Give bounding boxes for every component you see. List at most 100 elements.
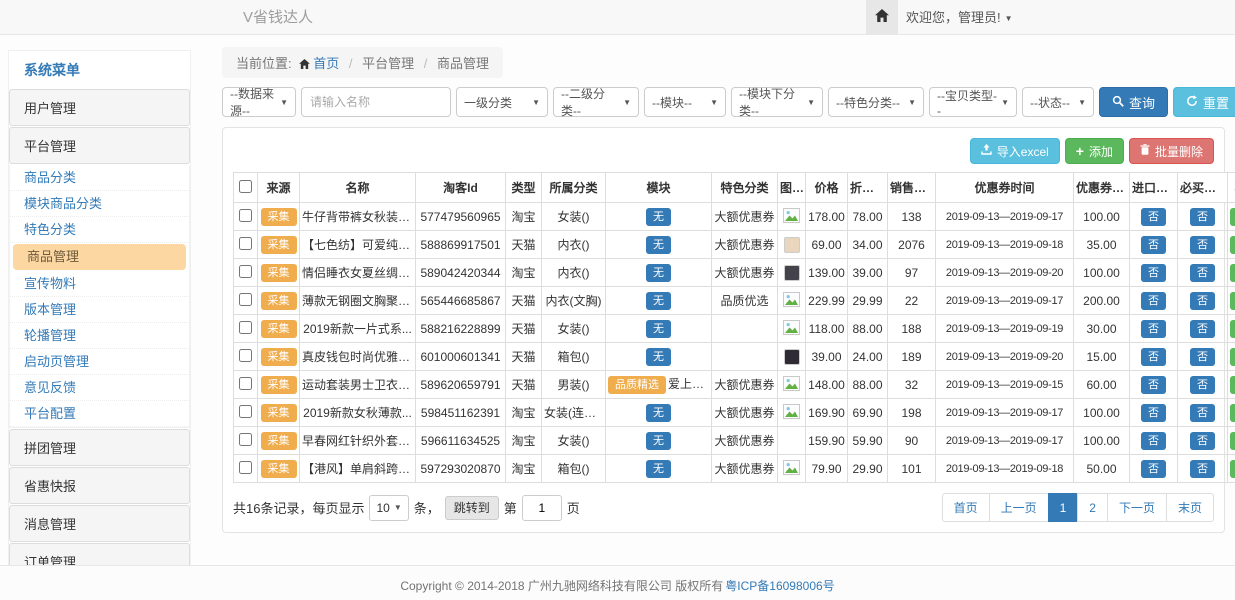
feature-cell: 大额优惠券	[712, 399, 778, 427]
sidebar-subitem[interactable]: 启动页管理	[10, 349, 189, 375]
user-menu[interactable]: 欢迎您，管理员!▼	[906, 0, 1013, 36]
filter-select[interactable]: 一级分类▼	[456, 87, 548, 117]
row-checkbox[interactable]	[239, 433, 252, 446]
batch-delete-button[interactable]: 批量删除	[1129, 138, 1214, 164]
sidebar-subitem[interactable]: 轮播管理	[10, 323, 189, 349]
status-badge[interactable]: 上架	[1230, 320, 1235, 338]
must-buy-toggle-badge[interactable]: 否	[1190, 460, 1215, 478]
imported-toggle-badge[interactable]: 否	[1141, 320, 1166, 338]
filter-select[interactable]: --状态--▼	[1022, 87, 1094, 117]
sidebar-subitem[interactable]: 平台配置	[10, 401, 189, 427]
status-badge[interactable]: 上架	[1230, 292, 1235, 310]
filter-select[interactable]: --宝贝类型--▼	[929, 87, 1017, 117]
home-button[interactable]	[866, 0, 898, 34]
status-badge[interactable]: 上架	[1230, 376, 1235, 394]
coupon-amount-cell: 15.00	[1074, 343, 1130, 371]
status-badge[interactable]: 上架	[1230, 432, 1235, 450]
filter-select[interactable]: --特色分类--▼	[828, 87, 924, 117]
breadcrumb-home-link[interactable]: 首页	[295, 56, 339, 71]
row-checkbox[interactable]	[239, 321, 252, 334]
sidebar-subitem[interactable]: 宣传物料	[10, 271, 189, 297]
search-button[interactable]: 查询	[1099, 87, 1168, 117]
imported-toggle-badge[interactable]: 否	[1141, 292, 1166, 310]
status-badge[interactable]: 上架	[1230, 208, 1235, 226]
sidebar-group-item[interactable]: 省惠快报	[9, 467, 190, 504]
column-header: 类型	[506, 173, 542, 203]
discount-price-cell: 39.00	[848, 259, 888, 287]
imported-toggle-badge[interactable]: 否	[1141, 348, 1166, 366]
must-buy-toggle-badge[interactable]: 否	[1190, 208, 1215, 226]
imported-toggle-badge[interactable]: 否	[1141, 376, 1166, 394]
row-checkbox[interactable]	[239, 461, 252, 474]
page-button[interactable]: 2	[1077, 493, 1108, 522]
category-cell: 女装()	[542, 315, 606, 343]
status-badge[interactable]: 上架	[1230, 404, 1235, 422]
must-buy-toggle-badge[interactable]: 否	[1190, 404, 1215, 422]
welcome-text: 欢迎您，管理员!	[906, 10, 1001, 25]
product-name-cell: 牛仔背带裤女秋装减龄...	[300, 203, 416, 231]
sidebar-subitem[interactable]: 意见反馈	[10, 375, 189, 401]
imported-toggle-badge[interactable]: 否	[1141, 208, 1166, 226]
filter-select[interactable]: --模块--▼	[644, 87, 726, 117]
must-buy-toggle-badge[interactable]: 否	[1190, 432, 1215, 450]
sidebar-subitem[interactable]: 版本管理	[10, 297, 189, 323]
row-checkbox[interactable]	[239, 237, 252, 250]
row-checkbox[interactable]	[239, 209, 252, 222]
sidebar-subitem[interactable]: 商品分类	[10, 165, 189, 191]
name-search-input[interactable]	[301, 87, 451, 117]
filter-select-data-source[interactable]: --数据来源--▼	[222, 87, 296, 117]
sidebar-subitem[interactable]: 商品管理	[13, 244, 186, 270]
reset-button[interactable]: 重置	[1173, 87, 1235, 117]
prev-page-button[interactable]: 上一页	[989, 493, 1049, 522]
must-buy-toggle-badge[interactable]: 否	[1190, 376, 1215, 394]
row-checkbox[interactable]	[239, 265, 252, 278]
filter-select[interactable]: --二级分类--▼	[553, 87, 639, 117]
category-cell: 内衣(文胸)	[542, 287, 606, 315]
image-thumbnail-icon	[784, 349, 800, 365]
per-page-select[interactable]: 10▼	[369, 495, 408, 521]
imported-toggle-badge[interactable]: 否	[1141, 264, 1166, 282]
first-page-button[interactable]: 首页	[942, 493, 990, 522]
module-cell: 无	[606, 287, 712, 315]
sidebar-subitem[interactable]: 特色分类	[10, 217, 189, 243]
row-checkbox[interactable]	[239, 293, 252, 306]
add-button[interactable]: + 添加	[1065, 138, 1124, 164]
imported-toggle-badge[interactable]: 否	[1141, 404, 1166, 422]
import-excel-button[interactable]: 导入excel	[970, 138, 1060, 164]
coupon-amount-cell: 100.00	[1074, 259, 1130, 287]
select-all-checkbox[interactable]	[239, 180, 252, 193]
products-table: 来源名称淘客Id类型所属分类模块特色分类图标价格折后价销售数量优惠券时间优惠券金…	[233, 172, 1235, 483]
status-badge[interactable]: 上架	[1230, 460, 1235, 478]
status-badge[interactable]: 上架	[1230, 264, 1235, 282]
must-buy-toggle-badge[interactable]: 否	[1190, 292, 1215, 310]
must-buy-toggle-badge[interactable]: 否	[1190, 320, 1215, 338]
must-buy-toggle-badge[interactable]: 否	[1190, 236, 1215, 254]
last-page-button[interactable]: 末页	[1166, 493, 1214, 522]
column-header: 所属分类	[542, 173, 606, 203]
source-cell: 采集	[258, 427, 300, 455]
sidebar-group-item[interactable]: 消息管理	[9, 505, 190, 542]
copyright-text: Copyright © 2014-2018 广州九驰网络科技有限公司 版权所有	[400, 579, 723, 593]
status-badge[interactable]: 上架	[1230, 236, 1235, 254]
row-checkbox[interactable]	[239, 377, 252, 390]
icp-link[interactable]: 粤ICP备16098006号	[725, 579, 834, 593]
page-button[interactable]: 1	[1048, 493, 1079, 522]
imported-toggle-badge[interactable]: 否	[1141, 460, 1166, 478]
imported-toggle-badge[interactable]: 否	[1141, 432, 1166, 450]
next-page-button[interactable]: 下一页	[1107, 493, 1167, 522]
page-number-input[interactable]	[522, 495, 562, 521]
imported-cell: 否	[1130, 287, 1178, 315]
sales-cell: 198	[888, 399, 936, 427]
imported-toggle-badge[interactable]: 否	[1141, 236, 1166, 254]
sidebar-group-item[interactable]: 用户管理	[9, 89, 190, 126]
filter-select[interactable]: --模块下分类--▼	[731, 87, 823, 117]
row-checkbox[interactable]	[239, 405, 252, 418]
must-buy-toggle-badge[interactable]: 否	[1190, 348, 1215, 366]
jump-button[interactable]: 跳转到	[445, 496, 499, 520]
status-badge[interactable]: 上架	[1230, 348, 1235, 366]
sidebar-group-item[interactable]: 拼团管理	[9, 429, 190, 466]
must-buy-toggle-badge[interactable]: 否	[1190, 264, 1215, 282]
sidebar-group-item[interactable]: 平台管理	[9, 127, 190, 164]
row-checkbox[interactable]	[239, 349, 252, 362]
sidebar-subitem[interactable]: 模块商品分类	[10, 191, 189, 217]
